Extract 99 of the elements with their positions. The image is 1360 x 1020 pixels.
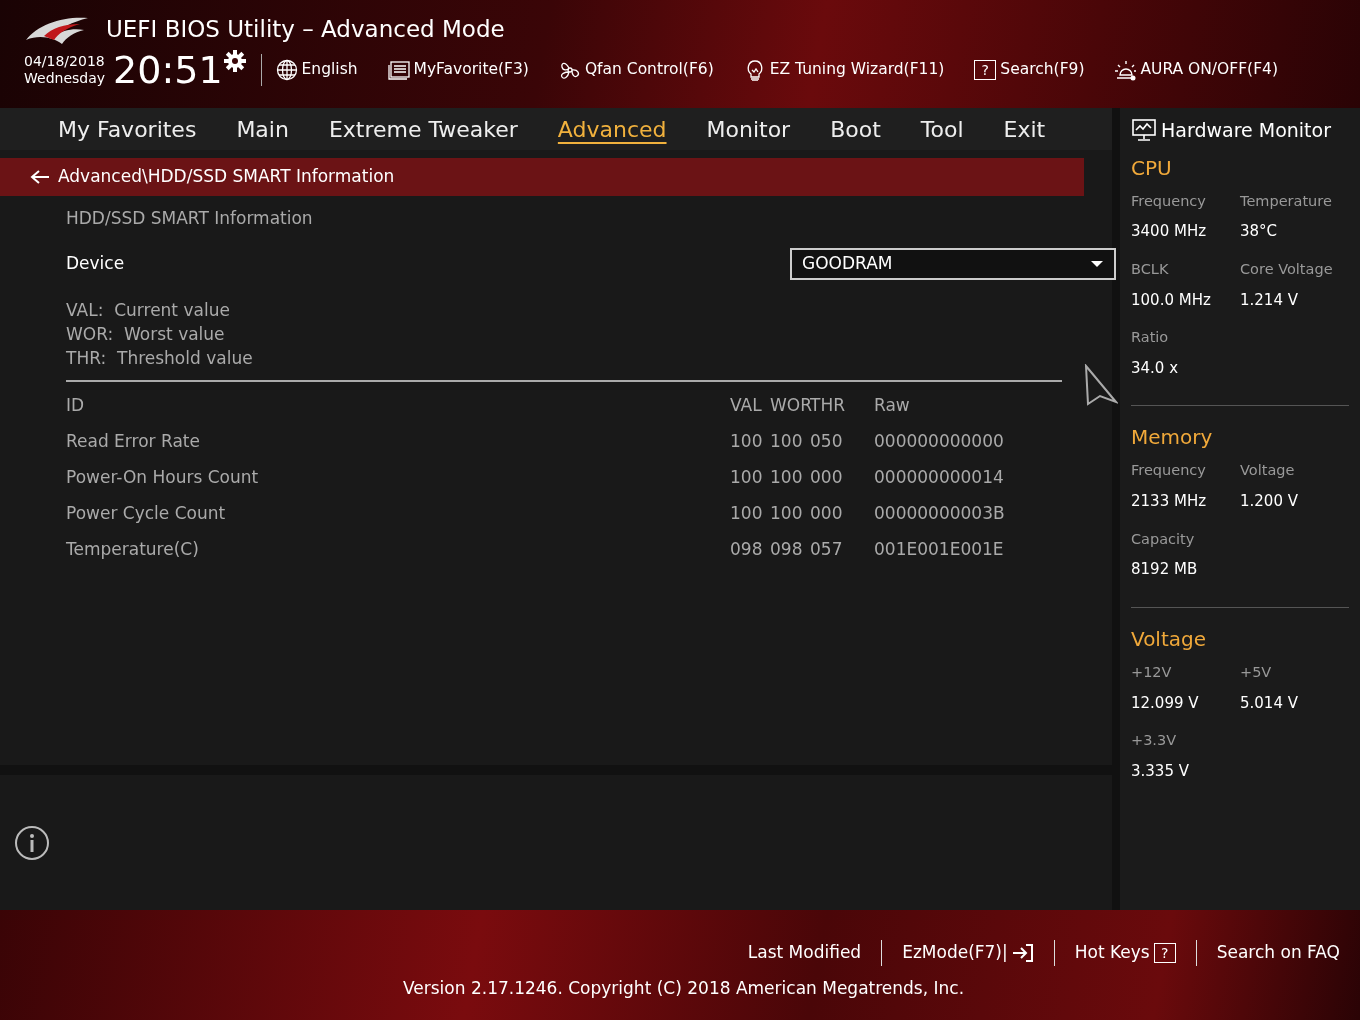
- table-cell-text: 000000000000: [873, 429, 1004, 453]
- footer-link[interactable]: Search on FAQ: [1195, 940, 1360, 966]
- stat-label: +3.3V: [1131, 731, 1178, 750]
- column-header: THR: [810, 393, 846, 417]
- help-icon: ?: [974, 59, 997, 80]
- stat-label: Frequency: [1131, 191, 1207, 211]
- stat-value: 1.200 V: [1240, 491, 1299, 512]
- settings-icon[interactable]: [222, 48, 247, 73]
- stat-label: Temperature: [1240, 191, 1333, 211]
- table-cell-text: Temperature(C): [66, 537, 200, 561]
- table-cell-text: 000: [810, 501, 844, 525]
- toolbar-button[interactable]: ? Search(F9): [974, 57, 1085, 82]
- menu-tab[interactable]: Extreme Tweaker: [328, 110, 518, 148]
- table-cell-text: 050: [810, 429, 844, 453]
- back-arrow-icon[interactable]: [30, 169, 50, 185]
- table-cell-text: 100: [730, 501, 764, 525]
- toolbar-label: English: [301, 58, 358, 80]
- legend-text: WOR: Worst value: [66, 322, 226, 346]
- table-cell-text: 100: [770, 429, 804, 453]
- stat-value: 100.0 MHz: [1131, 289, 1212, 311]
- stat-value: 8192 MB: [1131, 559, 1199, 581]
- monitor-icon: [1131, 118, 1157, 143]
- toolbar-label: EZ Tuning Wizard(F11): [769, 58, 945, 80]
- toolbar-button[interactable]: AURA ON/OFF(F4): [1114, 57, 1278, 82]
- toolbar-button[interactable]: MyFavorite(F3): [387, 57, 529, 82]
- table-cell-text: 00000000003B: [873, 501, 1005, 525]
- table-cell-text: 098: [770, 537, 804, 561]
- table-cell-text: 000: [810, 465, 844, 489]
- stat-value: 2133 MHz: [1131, 491, 1208, 512]
- menu-tab[interactable]: Tool: [920, 110, 964, 148]
- stat-label: Frequency: [1131, 461, 1207, 481]
- device-dropdown[interactable]: GOODRAM: [790, 247, 1116, 280]
- stat-label: Capacity: [1131, 529, 1196, 549]
- table-cell-text: 100: [730, 465, 764, 489]
- stat-label: +5V: [1240, 662, 1273, 682]
- toolbar-label: Qfan Control(F6): [584, 58, 714, 80]
- stat-value: 3.335 V: [1131, 760, 1190, 782]
- stat-label: +12V: [1131, 662, 1173, 682]
- table-cell-text: 000000000014: [873, 465, 1004, 489]
- info-icon: [14, 824, 50, 861]
- column-header: VAL: [730, 393, 763, 417]
- section-title: HDD/SSD SMART Information: [66, 207, 314, 230]
- toolbar-button[interactable]: Qfan Control(F6): [558, 57, 714, 82]
- menu-tab[interactable]: Exit: [1003, 110, 1046, 148]
- table-cell-text: Power Cycle Count: [66, 501, 227, 525]
- globe-icon: [275, 58, 298, 81]
- table-cell-text: Power-On Hours Count: [66, 465, 260, 489]
- clock-time: 20:51: [113, 50, 223, 89]
- menu-tab[interactable]: Boot: [830, 110, 881, 148]
- pointer-icon: [1084, 364, 1118, 406]
- caret-icon: [1090, 259, 1104, 268]
- column-header: Raw: [873, 393, 910, 417]
- stat-value: 12.099 V: [1131, 692, 1200, 714]
- stat-value: 3400 MHz: [1131, 221, 1208, 243]
- breadcrumb-text: Advanced\HDD/SSD SMART Information: [58, 165, 395, 189]
- footer-link[interactable]: Hot Keys ?: [1053, 940, 1196, 966]
- table-cell-text: 100: [770, 501, 804, 525]
- toolbar-label: Search(F9): [1000, 58, 1085, 80]
- table-cell-text: 057: [810, 537, 844, 561]
- stat-value: 1.214 V: [1240, 289, 1299, 311]
- exit-icon: [1011, 942, 1034, 963]
- column-header: WOR: [770, 393, 810, 417]
- stat-value: 5.014 V: [1240, 692, 1299, 714]
- stat-value: 38°C: [1240, 221, 1279, 243]
- table-cell-text: 001E001E001E: [873, 537, 1004, 561]
- toolbar-button[interactable]: English: [275, 57, 358, 82]
- column-header: ID: [66, 393, 86, 417]
- legend-text: VAL: Current value: [66, 298, 231, 322]
- menu-tab[interactable]: Main: [236, 110, 289, 148]
- stat-value: 34.0 x: [1131, 357, 1180, 379]
- date-text: 04/18/2018: [24, 52, 106, 70]
- section-heading: Memory: [1131, 424, 1214, 452]
- table-cell-text: 100: [730, 429, 764, 453]
- section-heading: CPU: [1131, 154, 1173, 182]
- table-cell-text: Read Error Rate: [66, 429, 201, 453]
- stat-label: BCLK: [1131, 259, 1170, 279]
- version-text: Version 2.17.1246. Copyright (C) 2018 American Megatrends, Inc.: [403, 977, 965, 998]
- weekday-text: Wednesday: [24, 69, 106, 87]
- device-label: Device: [66, 251, 125, 275]
- toolbar-button[interactable]: EZ Tuning Wizard(F11): [743, 57, 945, 82]
- light-icon: [1114, 58, 1137, 81]
- menu-tab[interactable]: Advanced: [557, 110, 667, 148]
- window-title: UEFI BIOS Utility – Advanced Mode: [106, 15, 505, 44]
- legend-text: THR: Threshold value: [66, 346, 254, 370]
- footer-link[interactable]: Last Modified: [727, 940, 882, 966]
- menu-tab[interactable]: Monitor: [706, 110, 791, 148]
- panel-title: Hardware Monitor: [1161, 118, 1331, 143]
- list-icon: [387, 58, 410, 81]
- toolbar-label: MyFavorite(F3): [413, 58, 529, 80]
- section-heading: Voltage: [1131, 625, 1208, 653]
- footer-link[interactable]: EzMode(F7)|: [881, 940, 1054, 966]
- help-icon: ?: [1153, 942, 1176, 963]
- stat-label: Voltage: [1240, 461, 1296, 481]
- table-cell-text: 100: [770, 465, 804, 489]
- table-cell-text: 098: [730, 537, 764, 561]
- toolbar-label: AURA ON/OFF(F4): [1140, 58, 1278, 80]
- stat-label: Ratio: [1131, 328, 1170, 347]
- menu-tab[interactable]: My Favorites: [58, 110, 197, 148]
- stat-label: Core Voltage: [1240, 259, 1334, 279]
